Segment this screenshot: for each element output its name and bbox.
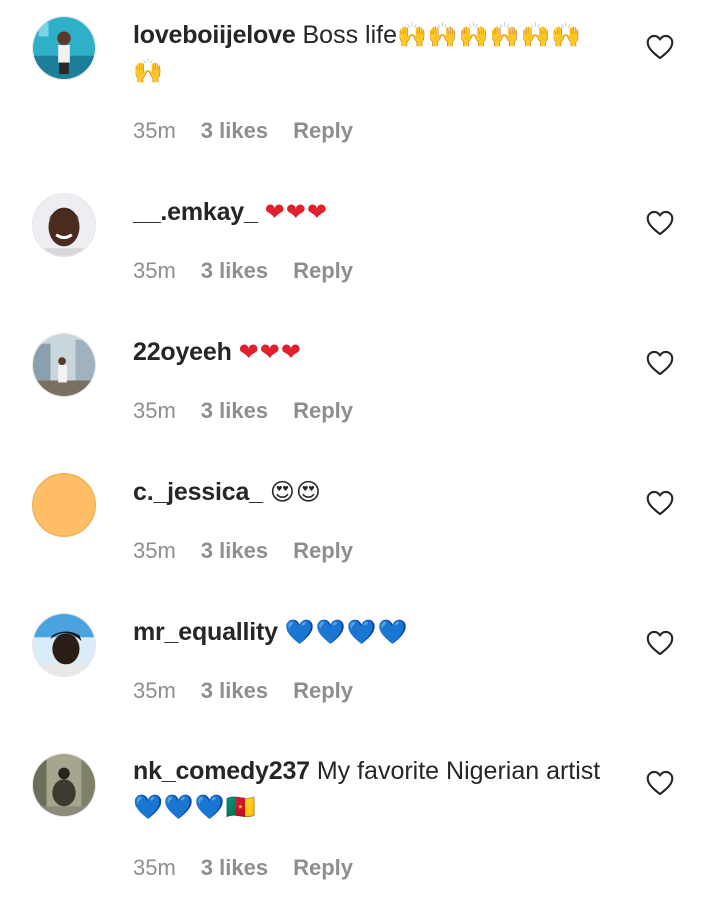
comment-meta: 35m 3 likes Reply [133, 118, 353, 144]
comment-time: 35m [133, 678, 176, 703]
comment-username[interactable]: nk_comedy237 [133, 757, 310, 785]
avatar-image [34, 475, 94, 535]
comment-emojis: 💙💙💙💙 [284, 618, 409, 646]
like-button[interactable] [646, 210, 674, 236]
comment-text: nk_comedy237 My favorite Nigerian artist… [133, 753, 608, 825]
like-button[interactable] [646, 630, 674, 656]
comment-emojis: 😍😍 [269, 478, 322, 506]
like-button[interactable] [646, 490, 674, 516]
heart-outline-icon [646, 490, 674, 516]
comment-text: c._jessica_ 😍😍 [133, 474, 608, 510]
comment-time: 35m [133, 258, 176, 283]
heart-outline-icon [646, 34, 674, 60]
comment-text: mr_equallity 💙💙💙💙 [133, 614, 608, 650]
avatar-image [33, 614, 95, 676]
avatar[interactable] [32, 753, 96, 817]
comment-likes[interactable]: 3 likes [201, 118, 268, 144]
reply-button[interactable]: Reply [293, 258, 353, 284]
avatar-image [33, 334, 95, 396]
avatar[interactable] [32, 613, 96, 677]
comment-username[interactable]: c._jessica_ [133, 478, 263, 506]
avatar[interactable] [32, 16, 96, 80]
comment-meta: 35m 3 likes Reply [133, 398, 353, 424]
comment-text: 22oyeeh ❤❤❤ [133, 334, 608, 370]
comment-meta: 35m 3 likes Reply [133, 538, 353, 564]
comment-username[interactable]: __.emkay_ [133, 198, 258, 226]
comment-meta: 35m 3 likes Reply [133, 855, 353, 881]
comment-body: Boss life [302, 21, 397, 49]
comment-body: My favorite Nigerian artist [316, 757, 601, 785]
reply-button[interactable]: Reply [293, 855, 353, 881]
heart-outline-icon [646, 770, 674, 796]
comment-meta: 35m 3 likes Reply [133, 258, 353, 284]
comment-emojis: 💙💙💙🇨🇲 [133, 793, 257, 821]
comment-username[interactable]: loveboiijelove [133, 21, 296, 49]
comment-likes[interactable]: 3 likes [201, 538, 268, 564]
avatar-image [33, 17, 95, 79]
comment-likes[interactable]: 3 likes [201, 855, 268, 881]
heart-outline-icon [646, 350, 674, 376]
reply-button[interactable]: Reply [293, 398, 353, 424]
like-button[interactable] [646, 350, 674, 376]
comment-username[interactable]: mr_equallity [133, 618, 278, 646]
comment-username[interactable]: 22oyeeh [133, 338, 232, 366]
like-button[interactable] [646, 34, 674, 60]
reply-button[interactable]: Reply [293, 538, 353, 564]
comment-emojis: ❤❤❤ [264, 198, 328, 226]
comment-likes[interactable]: 3 likes [201, 678, 268, 704]
avatar[interactable] [32, 333, 96, 397]
avatar-image [33, 754, 95, 816]
avatar-image [33, 194, 95, 256]
like-button[interactable] [646, 770, 674, 796]
comment-likes[interactable]: 3 likes [201, 258, 268, 284]
heart-outline-icon [646, 210, 674, 236]
avatar[interactable] [32, 193, 96, 257]
comment-likes[interactable]: 3 likes [201, 398, 268, 424]
comment-time: 35m [133, 118, 176, 143]
reply-button[interactable]: Reply [293, 678, 353, 704]
comment-meta: 35m 3 likes Reply [133, 678, 353, 704]
comment-emojis: ❤❤❤ [238, 338, 302, 366]
comment-text: loveboiijelove Boss life🙌🙌🙌🙌🙌🙌🙌 [133, 17, 608, 89]
comment-time: 35m [133, 538, 176, 563]
comment-time: 35m [133, 855, 176, 880]
comment-time: 35m [133, 398, 176, 423]
heart-outline-icon [646, 630, 674, 656]
reply-button[interactable]: Reply [293, 118, 353, 144]
comment-text: __.emkay_ ❤❤❤ [133, 194, 608, 230]
avatar[interactable] [32, 473, 96, 537]
